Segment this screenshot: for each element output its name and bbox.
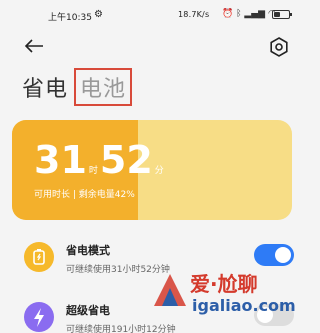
item-title: 省电模式 (66, 244, 110, 257)
watermark-title: 爱·尬聊 (190, 272, 258, 296)
back-button[interactable] (24, 36, 46, 56)
tab-power-saving[interactable]: 省电 (22, 71, 68, 103)
battery-subtitle: 可用时长 | 剩余电量42% (34, 190, 135, 200)
tab-battery[interactable]: 电池 (74, 68, 133, 106)
hours-value: 31 (34, 138, 87, 182)
item-title: 超级省电 (66, 304, 110, 317)
page-tabs: 省电 电池 (22, 68, 133, 106)
battery-icon (272, 10, 292, 19)
lightning-icon (24, 302, 54, 332)
minutes-unit: 分 (154, 166, 164, 176)
power-saving-icon (24, 242, 54, 272)
settings-button[interactable] (268, 36, 290, 58)
minutes-value: 52 (99, 138, 153, 182)
power-saving-toggle[interactable] (254, 244, 294, 266)
watermark-url: igaliao.com (192, 296, 296, 315)
status-bar: 上午10:35 ⚙ 18.7K/s ⏰ ᛒ ▂▄▆ ◠ (0, 0, 302, 30)
toggle-knob (275, 247, 291, 263)
status-time: 上午10:35 (48, 13, 92, 23)
arrow-left-icon (24, 39, 43, 53)
network-speed: 18.7K/s (178, 10, 210, 19)
hours-unit: 时 (88, 166, 98, 176)
status-icons: ⏰ ᛒ ▂▄▆ ◠ (222, 9, 276, 19)
settings-icon (270, 37, 288, 57)
watermark: 爱·尬聊 igaliao.com (150, 268, 300, 330)
remaining-time: 31 时 52 分 (34, 138, 166, 182)
watermark-logo-icon (154, 274, 186, 306)
battery-card: 31 时 52 分 可用时长 | 剩余电量42% (12, 120, 292, 220)
gear-icon: ⚙ (94, 9, 103, 20)
